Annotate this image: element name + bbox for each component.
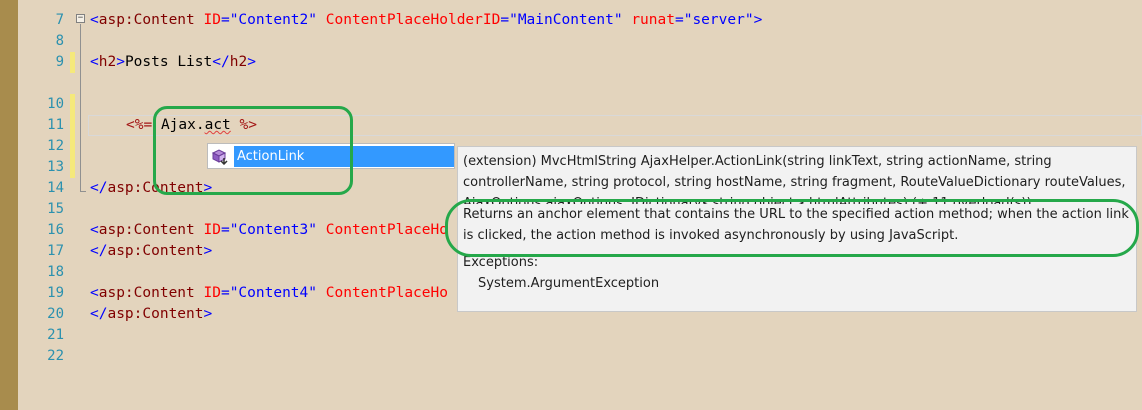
line-number: 15 <box>47 201 64 217</box>
equals: = <box>220 285 230 301</box>
attr-name: ContentPlaceHo <box>325 285 448 301</box>
tag-bracket: < <box>90 12 99 28</box>
equals: = <box>220 12 230 28</box>
tag-bracket: </ <box>90 243 108 259</box>
attr-value: "Content4" <box>229 285 318 301</box>
line-number: 7 <box>55 12 64 28</box>
tag-bracket: > <box>203 306 213 322</box>
tooltip-signature-line: (extension) MvcHtmlString AjaxHelper.Act… <box>463 154 1052 169</box>
line-number: 17 <box>47 243 64 259</box>
equals: = <box>220 222 230 238</box>
tag-name: asp:Content <box>98 285 195 301</box>
tag-bracket: > <box>203 243 213 259</box>
tag-name: h2 <box>98 54 117 70</box>
line-number: 10 <box>47 96 64 112</box>
line-number: 12 <box>47 138 64 154</box>
tag-name: asp:Content <box>107 243 204 259</box>
tag-name: asp:Content <box>98 12 195 28</box>
tag-bracket: > <box>116 54 125 70</box>
line-number: 13 <box>47 159 64 175</box>
attr-value: "MainContent" <box>509 12 623 28</box>
code-line[interactable]: <h2>Posts List</h2> <box>90 52 256 73</box>
code-line[interactable]: <asp:Content ID="Content4" ContentPlaceH… <box>90 283 448 304</box>
attr-name: ID <box>203 285 221 301</box>
tooltip-signature-line: controllerName, string protocol, string … <box>463 175 1126 190</box>
outline-end <box>80 191 86 192</box>
tag-name: asp:Content <box>98 222 195 238</box>
line-number: 19 <box>47 285 64 301</box>
line-number: 8 <box>55 33 64 49</box>
attr-name: ID <box>203 12 221 28</box>
attr-value: "Content3" <box>229 222 318 238</box>
line-number: 11 <box>47 117 64 133</box>
attr-name: runat <box>631 12 675 28</box>
attr-value: "server" <box>683 12 754 28</box>
tag-bracket: > <box>247 54 256 70</box>
code-line[interactable]: <asp:Content ID="Content3" ContentPlaceH… <box>90 220 448 241</box>
code-line[interactable]: <asp:Content ID="Content2" ContentPlaceH… <box>90 10 762 31</box>
attr-value: "Content2" <box>229 12 318 28</box>
tooltip-exception-item: System.ArgumentException <box>478 276 660 291</box>
outline-line <box>80 24 81 192</box>
line-number: 9 <box>55 54 64 70</box>
line-number: 21 <box>47 327 64 343</box>
tag-bracket: </ <box>90 180 108 196</box>
collapse-toggle[interactable]: − <box>76 14 85 23</box>
code-line[interactable]: </asp:Content> <box>90 304 212 325</box>
change-marker <box>70 94 75 178</box>
code-line[interactable]: </asp:Content> <box>90 241 212 262</box>
annotation-highlight-code <box>153 106 353 195</box>
tag-name: h2 <box>229 54 248 70</box>
tag-bracket: < <box>90 54 99 70</box>
line-number: 20 <box>47 306 64 322</box>
left-margin-bar <box>0 0 18 410</box>
attr-name: ContentPlaceHolderID <box>325 12 501 28</box>
server-block-open: <%= <box>126 117 153 133</box>
tag-bracket: < <box>90 285 99 301</box>
change-marker <box>70 52 75 73</box>
attr-name: ID <box>203 222 221 238</box>
tag-name: asp:Content <box>107 306 204 322</box>
tag-bracket: < <box>90 222 99 238</box>
annotation-highlight-description <box>445 199 1139 257</box>
attr-name: ContentPlaceHo <box>325 222 448 238</box>
tag-bracket: </ <box>90 306 108 322</box>
tag-bracket: > <box>753 12 763 28</box>
heading-text: Posts List <box>124 54 213 70</box>
line-number: 14 <box>47 180 64 196</box>
line-number: 18 <box>47 264 64 280</box>
line-number: 16 <box>47 222 64 238</box>
tag-bracket: </ <box>212 54 230 70</box>
line-number: 22 <box>47 348 64 364</box>
